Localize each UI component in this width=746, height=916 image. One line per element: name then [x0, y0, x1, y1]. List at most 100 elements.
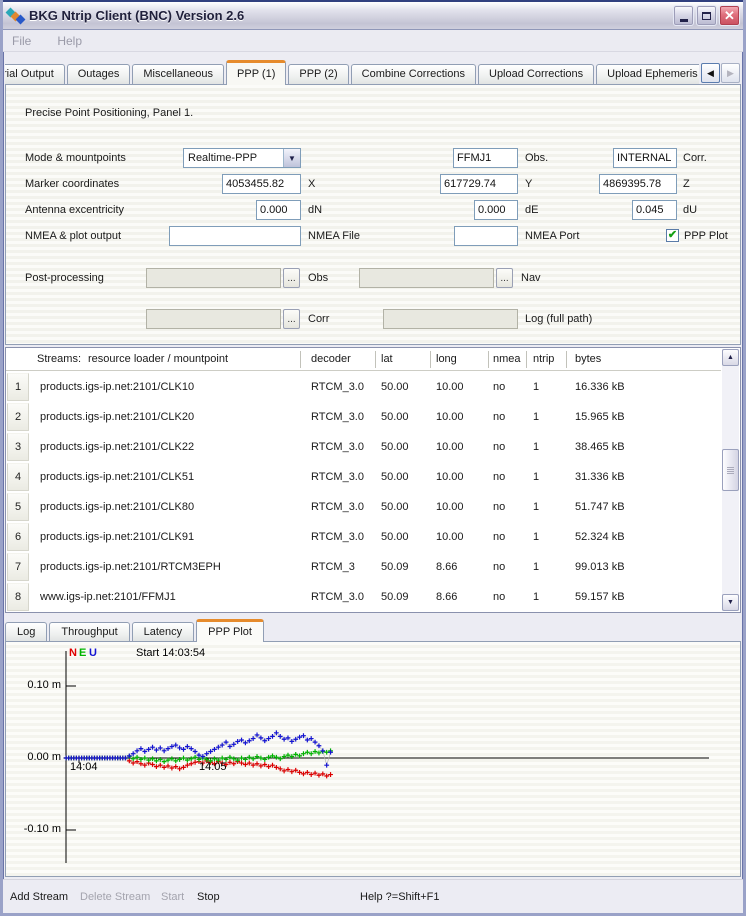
chevron-down-icon: ▼	[283, 149, 300, 167]
status-bar: Add Stream Delete Stream Start Stop Help…	[0, 879, 746, 913]
add-stream-button[interactable]: Add Stream	[10, 891, 68, 903]
stream-lat: 50.00	[381, 471, 409, 483]
stream-bytes: 15.965 kB	[575, 411, 625, 423]
post-corr-browse-button[interactable]: ...	[283, 309, 300, 329]
stream-lat: 50.00	[381, 531, 409, 543]
header-bytes: bytes	[575, 353, 601, 365]
tab-outages[interactable]: Outages	[67, 64, 131, 85]
stream-ntrip: 1	[533, 501, 539, 513]
stream-long: 8.66	[436, 561, 457, 573]
ppp-plot-checkbox-label: PPP Plot	[684, 230, 728, 242]
stream-decoder: RTCM_3.0	[311, 591, 364, 603]
stream-row[interactable]: 5 products.igs-ip.net:2101/CLK80 RTCM_3.…	[6, 492, 721, 522]
tab-scroll-right-button[interactable]: ▶	[721, 63, 740, 83]
post-obs-label: Obs	[308, 272, 328, 284]
tab-miscellaneous[interactable]: Miscellaneous	[132, 64, 224, 85]
menu-file[interactable]: File	[12, 34, 31, 48]
window-title: BKG Ntrip Client (BNC) Version 2.6	[29, 8, 244, 23]
marker-y-input[interactable]	[440, 174, 518, 194]
stream-mountpoint: products.igs-ip.net:2101/CLK10	[40, 381, 194, 393]
stream-bytes: 16.336 kB	[575, 381, 625, 393]
stop-button[interactable]: Stop	[197, 891, 220, 903]
stream-row[interactable]: 4 products.igs-ip.net:2101/CLK51 RTCM_3.…	[6, 462, 721, 492]
streams-table-header: Streams: resource loader / mountpoint de…	[6, 348, 721, 371]
stream-row-num: 6	[7, 523, 29, 551]
tab-upload-corrections[interactable]: Upload Corrections	[478, 64, 594, 85]
nmea-file-input[interactable]	[169, 226, 301, 246]
close-button[interactable]: ✕	[719, 5, 740, 26]
stream-row-num: 7	[7, 553, 29, 581]
stream-long: 10.00	[436, 531, 464, 543]
tab-upload-ephemeris[interactable]: Upload Ephemeris	[596, 64, 699, 85]
scroll-up-icon[interactable]: ▲	[722, 349, 739, 366]
start-button[interactable]: Start	[161, 891, 184, 903]
bottom-tab-strip: LogThroughputLatencyPPP Plot	[5, 619, 266, 642]
obs-mountpoint-input[interactable]	[453, 148, 518, 168]
ytick-neg: -0.10 m	[9, 823, 61, 835]
stream-bytes: 99.013 kB	[575, 561, 625, 573]
stream-mountpoint: products.igs-ip.net:2101/CLK91	[40, 531, 194, 543]
marker-x-label: X	[308, 178, 315, 190]
corr-mountpoint-input[interactable]	[613, 148, 677, 168]
tab-log[interactable]: Log	[5, 622, 47, 642]
header-ntrip: ntrip	[533, 353, 554, 365]
menu-help[interactable]: Help	[57, 34, 82, 48]
ytick-pos: 0.10 m	[9, 679, 61, 691]
stream-mountpoint: products.igs-ip.net:2101/CLK80	[40, 501, 194, 513]
stream-lat: 50.00	[381, 501, 409, 513]
stream-row[interactable]: 3 products.igs-ip.net:2101/CLK22 RTCM_3.…	[6, 432, 721, 462]
stream-decoder: RTCM_3.0	[311, 531, 364, 543]
scroll-down-icon[interactable]: ▼	[722, 594, 739, 611]
stream-nmea: no	[493, 441, 505, 453]
header-streams: resource loader / mountpoint	[88, 353, 228, 365]
header-streams-prefix: Streams:	[37, 353, 81, 365]
tab-rial-output[interactable]: rial Output	[5, 64, 65, 85]
stream-row[interactable]: 7 products.igs-ip.net:2101/RTCM3EPH RTCM…	[6, 552, 721, 582]
stream-nmea: no	[493, 411, 505, 423]
scrollbar-thumb[interactable]	[722, 449, 739, 491]
stream-row[interactable]: 8 www.igs-ip.net:2101/FFMJ1 RTCM_3.0 50.…	[6, 582, 721, 612]
tab-throughput[interactable]: Throughput	[49, 622, 129, 642]
antenna-du-input[interactable]	[632, 200, 677, 220]
stream-row[interactable]: 1 products.igs-ip.net:2101/CLK10 RTCM_3.…	[6, 372, 721, 402]
title-bar[interactable]: BKG Ntrip Client (BNC) Version 2.6 ✕	[0, 0, 746, 30]
tab-latency[interactable]: Latency	[132, 622, 195, 642]
antenna-de-label: dE	[525, 204, 538, 216]
stream-decoder: RTCM_3.0	[311, 501, 364, 513]
maximize-button[interactable]	[696, 5, 717, 26]
tab-ppp-plot[interactable]: PPP Plot	[196, 619, 264, 642]
stream-bytes: 52.324 kB	[575, 531, 625, 543]
mode-dropdown[interactable]: Realtime-PPP ▼	[183, 148, 301, 168]
panel-title: Precise Point Positioning, Panel 1.	[25, 107, 193, 119]
stream-row[interactable]: 2 products.igs-ip.net:2101/CLK20 RTCM_3.…	[6, 402, 721, 432]
app-logo-icon	[6, 8, 24, 24]
stream-nmea: no	[493, 561, 505, 573]
nmea-port-input[interactable]	[454, 226, 518, 246]
tab-combine-corrections[interactable]: Combine Corrections	[351, 64, 476, 85]
post-obs-input	[146, 268, 281, 288]
delete-stream-button[interactable]: Delete Stream	[80, 891, 150, 903]
post-obs-browse-button[interactable]: ...	[283, 268, 300, 288]
antenna-dn-input[interactable]	[256, 200, 301, 220]
stream-row-num: 8	[7, 583, 29, 611]
stream-mountpoint: products.igs-ip.net:2101/CLK20	[40, 411, 194, 423]
top-tab-strip: rial OutputOutagesMiscellaneousPPP (1)PP…	[5, 60, 699, 85]
streams-table-scrollbar[interactable]: ▲ ▼	[722, 349, 739, 611]
antenna-de-input[interactable]	[474, 200, 518, 220]
marker-z-input[interactable]	[599, 174, 677, 194]
ppp-plot-checkbox[interactable]: ✔	[666, 229, 679, 242]
tab-ppp-2-[interactable]: PPP (2)	[288, 64, 348, 85]
app-window: BKG Ntrip Client (BNC) Version 2.6 ✕ Fil…	[0, 0, 746, 916]
stream-lat: 50.00	[381, 411, 409, 423]
minimize-button[interactable]	[673, 5, 694, 26]
marker-x-input[interactable]	[222, 174, 301, 194]
antenna-dn-label: dN	[308, 204, 322, 216]
stream-bytes: 31.336 kB	[575, 471, 625, 483]
tab-ppp-1-[interactable]: PPP (1)	[226, 60, 286, 85]
post-nav-browse-button[interactable]: ...	[496, 268, 513, 288]
maximize-icon	[702, 12, 711, 20]
stream-ntrip: 1	[533, 591, 539, 603]
tab-scroll-left-button[interactable]: ◀	[701, 63, 720, 83]
streams-table-body: 1 products.igs-ip.net:2101/CLK10 RTCM_3.…	[6, 372, 721, 612]
stream-row[interactable]: 6 products.igs-ip.net:2101/CLK91 RTCM_3.…	[6, 522, 721, 552]
